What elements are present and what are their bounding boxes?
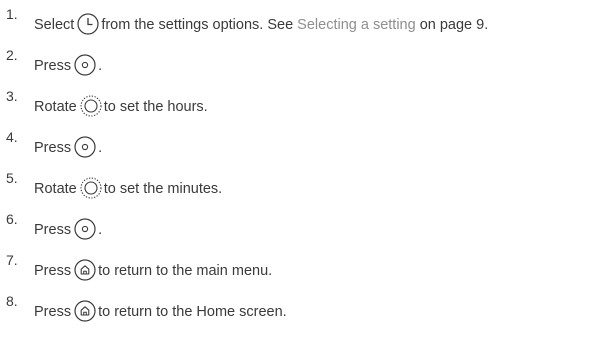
- step-number: 2.: [6, 47, 18, 63]
- home-button-icon: [74, 300, 96, 322]
- step-text: Press .: [34, 136, 103, 159]
- step-number: 5.: [6, 170, 18, 186]
- step-text: Press to return to the main menu.: [34, 259, 273, 282]
- step-text: Press to return to the Home screen.: [34, 300, 287, 323]
- step-text: Rotate to set the minutes.: [34, 177, 223, 200]
- step-number: 6.: [6, 211, 18, 227]
- step-text: Rotate to set the hours.: [34, 95, 208, 118]
- step-8: 8. Press to return to the Home screen.: [0, 293, 611, 333]
- select-button-icon: [74, 136, 96, 158]
- clock-icon: [77, 13, 99, 35]
- step-detail: .: [98, 222, 103, 238]
- step-detail: to set the hours.: [103, 99, 208, 115]
- cross-reference-link[interactable]: Selecting a setting: [297, 16, 416, 34]
- step-verb: Rotate: [34, 99, 77, 115]
- step-detail: to return to the main menu.: [98, 263, 273, 279]
- rotary-dial-icon: [80, 177, 102, 199]
- rotary-dial-icon: [80, 95, 102, 117]
- step-detail-end: on page 9.: [419, 17, 489, 33]
- step-detail: .: [98, 58, 103, 74]
- step-text: Press .: [34, 54, 103, 77]
- step-1: 1. Select from the settings options. See…: [0, 6, 611, 46]
- step-number: 8.: [6, 293, 18, 309]
- step-number: 4.: [6, 129, 18, 145]
- step-detail: to return to the Home screen.: [98, 304, 287, 320]
- step-verb: Press: [34, 263, 72, 279]
- select-button-icon: [74, 54, 96, 76]
- step-6: 6. Press .: [0, 211, 611, 251]
- step-5: 5. Rotate to set the minutes.: [0, 170, 611, 210]
- step-4: 4. Press .: [0, 129, 611, 169]
- step-detail: to set the minutes.: [103, 181, 223, 197]
- step-verb: Press: [34, 222, 72, 238]
- step-verb: Select: [34, 17, 75, 33]
- step-text: Press .: [34, 218, 103, 241]
- home-button-icon: [74, 259, 96, 281]
- step-verb: Rotate: [34, 181, 77, 197]
- step-number: 7.: [6, 252, 18, 268]
- step-number: 1.: [6, 6, 18, 22]
- select-button-icon: [74, 218, 96, 240]
- step-7: 7. Press to return to the main menu.: [0, 252, 611, 292]
- step-3: 3. Rotate to set the hours.: [0, 88, 611, 128]
- step-verb: Press: [34, 140, 72, 156]
- step-text: Select from the settings options. See Se…: [34, 13, 489, 36]
- step-verb: Press: [34, 304, 72, 320]
- step-number: 3.: [6, 88, 18, 104]
- step-2: 2. Press .: [0, 47, 611, 87]
- step-detail: from the settings options. See: [101, 17, 294, 33]
- step-detail: .: [98, 140, 103, 156]
- step-verb: Press: [34, 58, 72, 74]
